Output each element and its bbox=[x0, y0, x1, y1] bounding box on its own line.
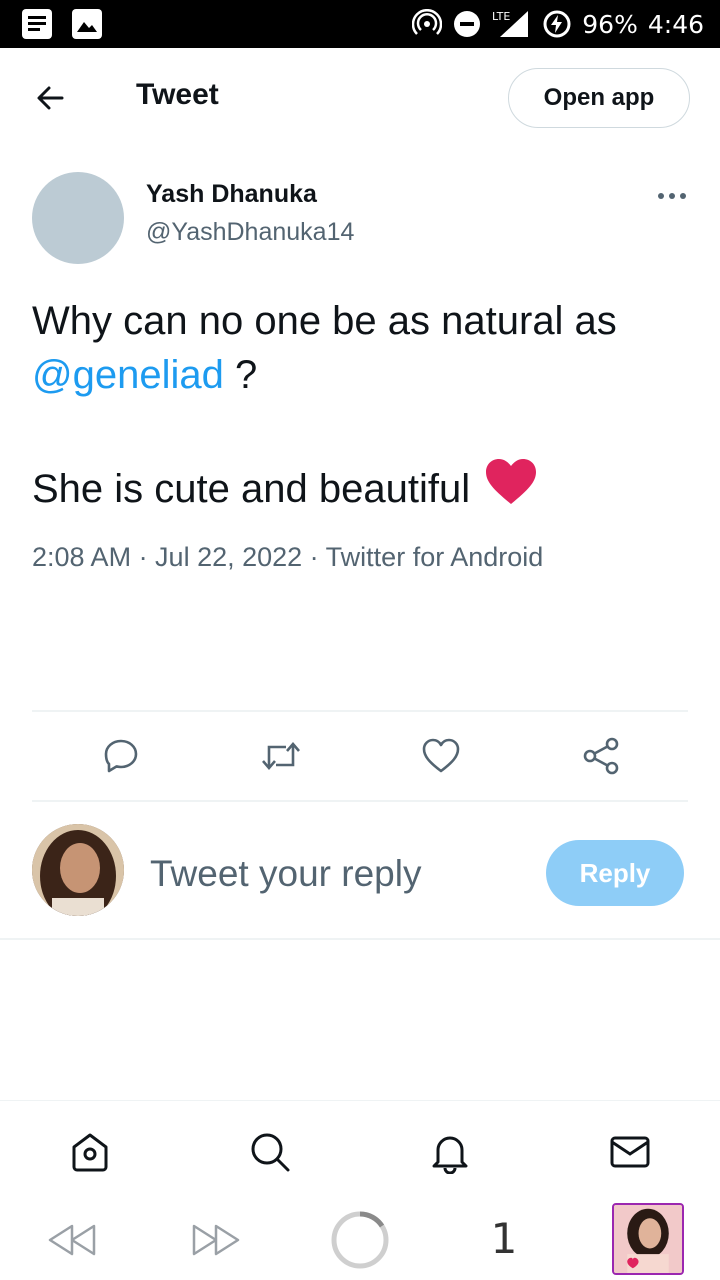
clock: 4:46 bbox=[647, 9, 704, 39]
search-icon bbox=[251, 1133, 290, 1172]
nav-home[interactable] bbox=[67, 1129, 113, 1175]
like-action[interactable] bbox=[419, 734, 463, 778]
arrow-left-icon bbox=[37, 86, 64, 110]
circle-home-icon bbox=[331, 1211, 389, 1269]
bottom-nav bbox=[0, 1100, 720, 1200]
divider bbox=[32, 800, 688, 802]
status-bar: LTE 96% 4:46 bbox=[0, 0, 720, 48]
more-icon bbox=[658, 193, 686, 199]
browser-toolbar: 1 bbox=[0, 1200, 720, 1280]
like-icon bbox=[422, 738, 460, 773]
back-nav-button[interactable] bbox=[44, 1218, 100, 1262]
battery-level: 96% bbox=[582, 9, 638, 39]
author-avatar[interactable] bbox=[32, 172, 124, 264]
red-heart-icon bbox=[484, 458, 538, 520]
nav-messages[interactable] bbox=[607, 1129, 653, 1175]
divider bbox=[32, 710, 688, 712]
retweet-action[interactable] bbox=[259, 734, 303, 778]
tweet-text-line1: Why can no one be as natural as @genelia… bbox=[32, 294, 692, 402]
tweet-text-line2: She is cute and beautiful bbox=[32, 458, 538, 520]
share-icon bbox=[583, 737, 619, 775]
nav-notifications[interactable] bbox=[427, 1129, 473, 1175]
do-not-disturb-icon bbox=[452, 9, 482, 39]
user-avatar[interactable] bbox=[32, 824, 124, 916]
page-title: Tweet bbox=[136, 78, 219, 111]
fast-forward-icon bbox=[192, 1224, 240, 1256]
notes-notification-icon bbox=[22, 9, 52, 39]
gallery-notification-icon bbox=[72, 9, 102, 39]
divider bbox=[0, 938, 720, 940]
tab-thumbnail[interactable] bbox=[612, 1203, 684, 1275]
home-circle-button[interactable] bbox=[330, 1210, 390, 1270]
notifications-icon bbox=[432, 1136, 468, 1174]
back-button[interactable] bbox=[26, 78, 74, 118]
rewind-icon bbox=[48, 1224, 96, 1256]
reply-action[interactable] bbox=[99, 734, 143, 778]
more-options-button[interactable] bbox=[654, 186, 690, 206]
battery-saver-icon bbox=[542, 9, 572, 39]
author-handle[interactable]: @YashDhanuka14 bbox=[146, 218, 354, 247]
tab-count[interactable]: 1 bbox=[484, 1210, 524, 1266]
tweet-text-punct: ? bbox=[223, 353, 258, 397]
retweet-icon bbox=[262, 742, 300, 770]
mention-link[interactable]: @geneliad bbox=[32, 353, 224, 397]
tweet-text: She is cute and beautiful bbox=[32, 467, 471, 511]
page-header: Tweet Open app bbox=[0, 48, 720, 148]
share-action[interactable] bbox=[579, 734, 623, 778]
network-type-label: LTE bbox=[492, 10, 510, 23]
reply-icon bbox=[104, 739, 138, 773]
hotspot-icon bbox=[412, 9, 443, 39]
reply-button[interactable]: Reply bbox=[546, 840, 684, 906]
reply-input[interactable] bbox=[150, 848, 530, 900]
home-icon bbox=[72, 1133, 108, 1172]
lte-signal-icon: LTE bbox=[492, 9, 532, 39]
author-name[interactable]: Yash Dhanuka bbox=[146, 180, 317, 209]
messages-icon bbox=[610, 1136, 650, 1168]
open-app-button[interactable]: Open app bbox=[508, 68, 690, 128]
forward-nav-button[interactable] bbox=[188, 1218, 244, 1262]
tweet-text: Why can no one be as natural as bbox=[32, 299, 617, 343]
nav-search[interactable] bbox=[247, 1129, 293, 1175]
tweet-meta: 2:08 AM · Jul 22, 2022 · Twitter for And… bbox=[32, 542, 544, 572]
